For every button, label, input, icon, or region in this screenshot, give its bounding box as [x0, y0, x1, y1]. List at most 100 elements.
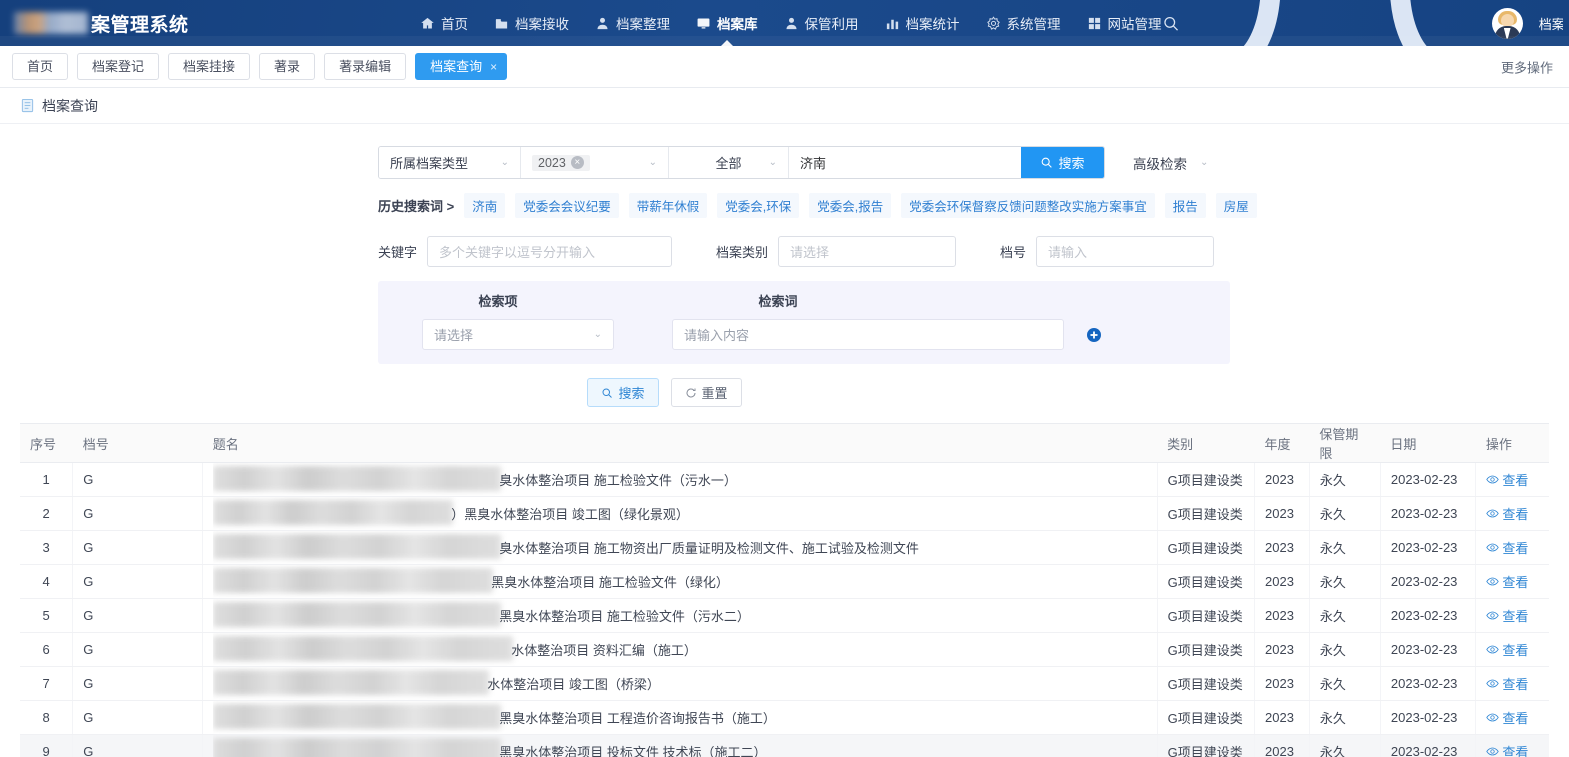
view-button-label: 查看 — [1502, 507, 1529, 522]
archive-type-select[interactable]: 所属档案类型 ⌄ — [379, 147, 521, 178]
history-term-4[interactable]: 党委会,环保 — [717, 193, 800, 218]
nav-item-8[interactable]: 网站管理 — [1087, 0, 1162, 46]
title-text: 黑臭水体整治项目 施工检验文件（绿化） — [491, 575, 729, 590]
cell-category: G项目建设类 — [1157, 734, 1256, 757]
filter-fields-row: 关键字 多个关键字以逗号分开输入 档案类别 请选择 档号 请输入 — [0, 218, 1569, 267]
table-row[interactable]: 4 G 黑臭水体整治项目 施工检验文件（绿化） G项目建设类 2023 永久 2023-02… — [20, 564, 1549, 599]
year-tag-close-icon[interactable]: × — [570, 156, 584, 169]
form-reset-button[interactable]: 重置 — [670, 378, 742, 407]
tab-6[interactable]: 档案查询 × — [415, 53, 508, 80]
history-term-7[interactable]: 报告 — [1164, 193, 1206, 218]
cell-category: G项目建设类 — [1157, 700, 1256, 735]
category-select[interactable]: 请选择 — [778, 236, 957, 267]
history-term-5[interactable]: 党委会,报告 — [809, 193, 892, 218]
cell-year: 2023 — [1254, 598, 1310, 633]
close-icon[interactable]: × — [490, 60, 497, 74]
nav-item-2[interactable]: 档案接收 — [494, 0, 569, 46]
advanced-search-label: 高级检索 — [1133, 156, 1187, 172]
tab-5[interactable]: 著录编辑 — [324, 53, 407, 80]
eye-icon — [1486, 509, 1499, 518]
column-header-6: 保管期限 — [1309, 423, 1381, 463]
search-input[interactable]: 济南 — [789, 147, 1021, 178]
history-term-8[interactable]: 房屋 — [1215, 193, 1257, 218]
cell-title: 水体整治项目 竣工图（桥梁） — [202, 666, 1158, 701]
tab-strip: 首页 档案登记 档案挂接 著录 著录编辑 档案查询 × 更多操作 — [0, 46, 1569, 88]
tab-2[interactable]: 档案登记 — [77, 53, 160, 80]
nav-item-4[interactable]: 档案库 — [696, 0, 758, 46]
nav-item-label: 档案接收 — [515, 17, 569, 32]
tab-label: 首页 — [27, 59, 54, 74]
view-button[interactable]: 查看 — [1486, 606, 1528, 625]
table-row[interactable]: 8 G 黑臭水体整治项目 工程造价咨询报告书（施工） G项目建设类 2023 永久 2023… — [20, 700, 1549, 735]
year-select[interactable]: 2023 × ⌄ — [521, 147, 669, 178]
scope-select[interactable]: 全部 ⌄ — [669, 147, 789, 178]
user-name[interactable]: 档案 — [1539, 14, 1563, 33]
search-button[interactable]: 搜索 — [1021, 147, 1104, 178]
view-button[interactable]: 查看 — [1486, 640, 1528, 659]
nav-item-3[interactable]: 档案整理 — [595, 0, 670, 46]
form-search-button[interactable]: 搜索 — [587, 378, 659, 407]
nav-item-7[interactable]: 系统管理 — [986, 0, 1061, 46]
history-term-6[interactable]: 党委会环保督察反馈问题整改实施方案事宜 — [901, 193, 1155, 218]
retrieval-term-input[interactable]: 请输入内容 — [672, 319, 1064, 350]
table-row[interactable]: 5 G 黑臭水体整治项目 施工检验文件（污水二） G项目建设类 2023 永久 2023-0… — [20, 598, 1549, 633]
redacted-title-prefix — [213, 500, 454, 525]
view-button[interactable]: 查看 — [1486, 674, 1528, 693]
bar-chart-icon — [885, 16, 900, 31]
notification-bell[interactable]: 68 — [1195, 0, 1475, 46]
cell-year: 2023 — [1254, 496, 1310, 531]
chevron-down-icon: ⌄ — [648, 157, 657, 168]
cell-retention: 永久 — [1309, 734, 1381, 757]
history-term-2[interactable]: 党委会会议纪要 — [515, 193, 619, 218]
archive-no-placeholder: 请输入 — [1048, 245, 1088, 260]
nav-item-label: 网站管理 — [1107, 17, 1162, 32]
cell-category: G项目建设类 — [1157, 496, 1256, 531]
cell-date: 2023-02-23 — [1380, 734, 1477, 757]
cell-index: 1 — [20, 462, 74, 497]
title-text: 水体整治项目 资料汇编（施工） — [511, 643, 697, 658]
table-row[interactable]: 7 G 水体整治项目 竣工图（桥梁） G项目建设类 2023 永久 2023-02-23 查看 — [20, 666, 1549, 701]
table-row[interactable]: 2 G ）黑臭水体整治项目 竣工图（绿化景观） G项目建设类 2023 永久 2023-02… — [20, 496, 1549, 531]
more-operations-button[interactable]: 更多操作 — [1501, 57, 1569, 76]
history-term-1[interactable]: 济南 — [464, 193, 506, 218]
view-button[interactable]: 查看 — [1486, 538, 1528, 557]
tab-label: 著录编辑 — [339, 59, 392, 74]
nav-item-1[interactable]: 首页 — [420, 0, 468, 46]
tab-3[interactable]: 档案挂接 — [168, 53, 251, 80]
title-text: 黑臭水体整治项目 工程造价咨询报告书（施工） — [499, 711, 776, 726]
search-icon[interactable] — [1162, 14, 1180, 33]
cell-title: 臭水体整治项目 施工物资出厂质量证明及检测文件、施工试验及检测文件 — [202, 530, 1158, 565]
keyword-input[interactable]: 多个关键字以逗号分开输入 — [427, 236, 673, 267]
nav-item-5[interactable]: 保管利用 — [784, 0, 859, 46]
monitor-icon — [696, 16, 711, 31]
view-button[interactable]: 查看 — [1486, 470, 1528, 489]
retrieval-item-select[interactable]: 请选择 ⌄ — [422, 319, 614, 350]
cell-retention: 永久 — [1309, 496, 1381, 531]
avatar[interactable] — [1491, 7, 1523, 39]
page-title: 档案查询 — [42, 97, 98, 114]
retrieval-item-header: 检索项 — [478, 294, 518, 309]
view-button[interactable]: 查看 — [1486, 708, 1528, 727]
cell-category: G项目建设类 — [1157, 598, 1256, 633]
cell-index: 5 — [20, 598, 74, 633]
advanced-search-toggle[interactable]: 高级检索 ⌄ — [1133, 153, 1208, 173]
archive-no-input[interactable]: 请输入 — [1036, 236, 1215, 267]
view-button[interactable]: 查看 — [1486, 572, 1528, 591]
view-button[interactable]: 查看 — [1486, 504, 1528, 523]
tab-4[interactable]: 著录 — [259, 53, 316, 80]
table-row[interactable]: 9 G 黑臭水体整治项目 投标文件 技术标（施工二） G项目建设类 2023 永久 2023… — [20, 734, 1549, 757]
plus-circle-icon[interactable] — [1086, 327, 1102, 343]
primary-search-row: 所属档案类型 ⌄ 2023 × ⌄ 全部 ⌄ 济南 搜索 高级检索 ⌄ — [0, 146, 1569, 179]
history-term-3[interactable]: 带薪年休假 — [628, 193, 708, 218]
tab-1[interactable]: 首页 — [12, 53, 69, 80]
cell-operation: 查看 — [1475, 734, 1549, 757]
brand: 案管理系统 — [0, 10, 420, 37]
retrieval-item-placeholder: 请选择 — [434, 328, 474, 343]
table-row[interactable]: 1 G 臭水体整治项目 施工检验文件（污水一） G项目建设类 2023 永久 2023-02… — [20, 462, 1549, 497]
view-button[interactable]: 查看 — [1486, 742, 1528, 757]
cell-title: 水体整治项目 资料汇编（施工） — [202, 632, 1158, 667]
nav-item-6[interactable]: 档案统计 — [885, 0, 960, 46]
cell-retention: 永久 — [1309, 462, 1381, 497]
table-row[interactable]: 3 G 臭水体整治项目 施工物资出厂质量证明及检测文件、施工试验及检测文件 G项目建设… — [20, 530, 1549, 565]
table-row[interactable]: 6 G 水体整治项目 资料汇编（施工） G项目建设类 2023 永久 2023-02-23 查… — [20, 632, 1549, 667]
